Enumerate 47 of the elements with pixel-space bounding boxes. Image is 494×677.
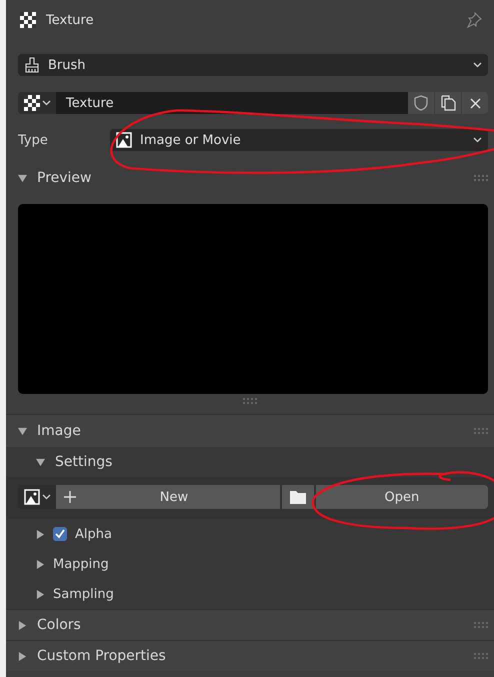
subsection-title[interactable]: Sampling xyxy=(53,586,114,602)
type-dropdown[interactable]: Image or Movie xyxy=(110,129,488,151)
caret-icon xyxy=(473,137,482,143)
drag-handle-icon[interactable] xyxy=(474,428,488,434)
drag-handle-icon[interactable] xyxy=(474,622,488,628)
caret-icon xyxy=(42,494,50,500)
checker-icon xyxy=(20,12,36,28)
image-icon xyxy=(24,489,40,505)
image-browse-button[interactable] xyxy=(18,485,56,509)
drag-handle-icon[interactable] xyxy=(474,653,488,659)
image-icon xyxy=(116,132,132,148)
folder-icon xyxy=(288,489,307,505)
pin-icon[interactable] xyxy=(466,12,482,28)
subsection-title[interactable]: Alpha xyxy=(75,526,112,542)
expand-triangle-icon[interactable] xyxy=(36,560,45,568)
collapse-triangle-icon[interactable] xyxy=(18,174,27,182)
close-icon xyxy=(470,98,480,108)
drag-handle-icon[interactable] xyxy=(243,398,257,404)
brush-icon xyxy=(24,57,40,73)
subsection-title[interactable]: Mapping xyxy=(53,556,109,572)
expand-triangle-icon[interactable] xyxy=(36,530,45,538)
caret-icon xyxy=(42,100,50,106)
caret-icon xyxy=(473,62,482,68)
expand-triangle-icon[interactable] xyxy=(36,590,45,598)
section-title[interactable]: Preview xyxy=(37,170,464,186)
collapse-triangle-icon[interactable] xyxy=(36,458,45,466)
duplicate-button[interactable] xyxy=(435,92,461,114)
subsection-title[interactable]: Settings xyxy=(55,454,488,470)
drag-handle-icon[interactable] xyxy=(474,175,488,181)
shield-icon xyxy=(414,95,428,111)
new-button[interactable]: New xyxy=(56,485,280,509)
checkbox[interactable] xyxy=(53,527,67,541)
copy-icon xyxy=(440,95,456,111)
plus-icon xyxy=(64,491,76,503)
expand-triangle-icon[interactable] xyxy=(18,620,27,630)
fake-user-button[interactable] xyxy=(408,92,434,114)
field-label: Type xyxy=(18,132,49,148)
checker-icon xyxy=(24,95,40,111)
collapse-triangle-icon[interactable] xyxy=(18,426,27,436)
texture-browse-button[interactable] xyxy=(18,92,56,114)
unlink-button[interactable] xyxy=(462,92,488,114)
panel-title: Texture xyxy=(46,12,95,28)
expand-triangle-icon[interactable] xyxy=(18,652,27,660)
brush-dropdown[interactable]: Brush xyxy=(18,54,488,76)
texture-name-field[interactable]: Texture xyxy=(56,92,408,114)
open-button[interactable]: Open xyxy=(316,485,488,509)
folder-button[interactable] xyxy=(282,485,314,509)
